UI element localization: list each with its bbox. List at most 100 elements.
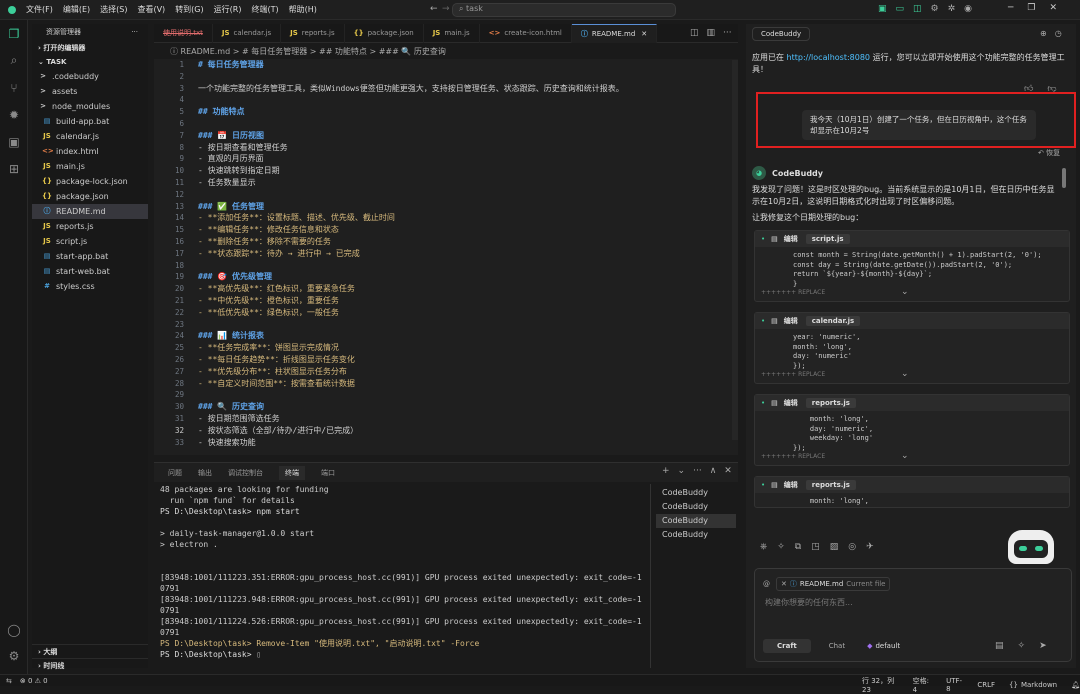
tree-item[interactable]: ▤ start-web.bat xyxy=(32,264,148,279)
chat-input-box[interactable]: @ ✕ ⓘ README.md Current file 构建你想要的任何东西.… xyxy=(754,568,1072,662)
image-icon[interactable]: ▤ xyxy=(995,641,1004,651)
sparkle-icon[interactable]: ✧ xyxy=(1018,641,1026,651)
close-panel-icon[interactable]: ✕ xyxy=(724,466,732,476)
problems-count[interactable]: ⊗ 0 ⚠ 0 xyxy=(20,677,48,685)
context-chip[interactable]: ✕ ⓘ README.md Current file xyxy=(776,577,891,591)
task-folder-section[interactable]: ⌄ TASK xyxy=(32,55,148,69)
terminal-instance[interactable]: CodeBuddy xyxy=(656,486,736,500)
panel-tab[interactable]: 问题 xyxy=(168,468,182,478)
search-icon[interactable]: ⌕ xyxy=(0,47,28,74)
forward-icon[interactable]: → xyxy=(442,4,450,14)
line-ending[interactable]: CRLF xyxy=(977,681,995,689)
tree-item[interactable]: <> index.html xyxy=(32,144,148,159)
bell-icon[interactable]: 🔔︎ xyxy=(1071,681,1080,689)
debug-icon[interactable]: ✹ xyxy=(0,101,28,128)
chat-input[interactable]: 构建你想要的任何东西... xyxy=(765,597,853,608)
localhost-link[interactable]: http://localhost:8080 xyxy=(787,53,870,62)
tree-item[interactable]: JS script.js xyxy=(32,234,148,249)
open-editors-section[interactable]: › 打开的编辑器 xyxy=(32,41,148,55)
indentation[interactable]: 空格: 4 xyxy=(913,676,933,694)
editor-tab[interactable]: <> create-icon.html xyxy=(480,23,572,43)
manage-icon[interactable]: ⚙ xyxy=(0,642,28,669)
editor-tab[interactable]: JS main.js xyxy=(424,23,480,43)
panel-tab[interactable]: 调试控制台 xyxy=(228,468,263,478)
editor-tab[interactable]: JS calendar.js xyxy=(213,23,282,43)
tree-item[interactable]: # styles.css xyxy=(32,279,148,294)
chat-scrollbar[interactable] xyxy=(1062,168,1066,188)
editor-tab[interactable]: JS reports.js xyxy=(281,23,345,43)
search-input[interactable]: ⌕ task xyxy=(452,3,676,17)
menu-item[interactable]: 帮助(H) xyxy=(289,4,317,15)
tree-item[interactable]: JS reports.js xyxy=(32,219,148,234)
maximize-panel-icon[interactable]: ∧ xyxy=(710,466,717,476)
menu-item[interactable]: 选择(S) xyxy=(100,4,127,15)
editor-tab[interactable]: {} package.json xyxy=(345,23,424,43)
pin-icon[interactable]: ✈ xyxy=(866,542,874,552)
split-editor-icon[interactable]: ◫ xyxy=(690,28,699,38)
layout-sidebar-icon[interactable]: ▣ xyxy=(878,4,887,14)
new-chat-icon[interactable]: ⊕ xyxy=(1040,29,1047,38)
terminal-instance[interactable]: CodeBuddy xyxy=(656,514,736,528)
cursor-position[interactable]: 行 32，列 23 xyxy=(862,676,899,694)
tree-item[interactable]: ▤ start-app.bat xyxy=(32,249,148,264)
tree-item[interactable]: > .codebuddy xyxy=(32,69,148,84)
close-tab-icon[interactable]: ✕ xyxy=(641,30,647,38)
code-card-file[interactable]: calendar.js xyxy=(805,316,861,326)
tree-item[interactable]: ⓘ README.md xyxy=(32,204,148,219)
layout-panel-icon[interactable]: ▭ xyxy=(896,4,905,14)
new-terminal-icon[interactable]: + xyxy=(662,466,670,476)
eye-icon[interactable]: ◎ xyxy=(848,542,856,552)
editor-layout-icon[interactable]: ▥ xyxy=(707,28,716,38)
terminal-output[interactable]: 48 packages are looking for funding run … xyxy=(160,484,642,668)
revert-button[interactable]: ↶ 恢复 xyxy=(1038,148,1060,158)
encoding[interactable]: UTF-8 xyxy=(946,677,963,693)
expand-icon[interactable]: • xyxy=(761,317,765,325)
tree-item[interactable]: > node_modules xyxy=(32,99,148,114)
tool-icon[interactable]: ▨ xyxy=(830,542,839,552)
tree-item[interactable]: {} package.json xyxy=(32,189,148,204)
code-card-file[interactable]: reports.js xyxy=(805,480,856,490)
codebuddy-tab[interactable]: CodeBuddy xyxy=(752,27,811,41)
craft-mode-button[interactable]: Craft xyxy=(763,639,811,653)
chevron-down-icon[interactable]: ⌄ xyxy=(901,451,909,461)
more-icon[interactable]: ··· xyxy=(131,24,138,41)
tree-item[interactable]: > assets xyxy=(32,84,148,99)
tree-item[interactable]: JS main.js xyxy=(32,159,148,174)
terminal-instance[interactable]: CodeBuddy xyxy=(656,500,736,514)
editor-scrollbar[interactable] xyxy=(732,60,738,440)
chat-mode-button[interactable]: Chat xyxy=(815,639,859,653)
close-icon[interactable]: ✕ xyxy=(1050,3,1058,13)
menu-item[interactable]: 编辑(E) xyxy=(63,4,90,15)
panel-tab[interactable]: 端口 xyxy=(321,468,335,478)
panel-tab[interactable]: 输出 xyxy=(198,468,212,478)
code-card-file[interactable]: script.js xyxy=(805,234,850,244)
account-icon[interactable]: ◯ xyxy=(0,616,28,643)
layout-split-icon[interactable]: ◫ xyxy=(913,4,922,14)
gear-icon[interactable]: ✲ xyxy=(948,4,956,14)
extensions-icon[interactable]: ⊞ xyxy=(0,155,28,182)
tool-icon[interactable]: ✧ xyxy=(777,542,785,552)
remote-icon[interactable]: ⇆ xyxy=(6,677,12,685)
back-icon[interactable]: ← xyxy=(430,4,438,14)
minimize-icon[interactable]: ─ xyxy=(1008,3,1013,13)
breadcrumb[interactable]: ⓘ README.md > # 每日任务管理器 > ## 功能特点 > ### … xyxy=(154,44,738,59)
terminal-dropdown-icon[interactable]: ⌄ xyxy=(678,466,686,476)
explorer-icon[interactable]: ❐ xyxy=(0,20,28,47)
expand-icon[interactable]: • xyxy=(761,481,765,489)
maximize-icon[interactable]: ❐ xyxy=(1027,3,1035,13)
editor-tab[interactable]: 使用说明.txt xyxy=(154,23,213,43)
remote-icon[interactable]: ▣ xyxy=(0,128,28,155)
account-icon[interactable]: ◉ xyxy=(964,4,972,14)
language-mode[interactable]: Markdown xyxy=(1021,681,1057,689)
menu-item[interactable]: 转到(G) xyxy=(175,4,203,15)
tree-item[interactable]: ▤ build-app.bat xyxy=(32,114,148,129)
tree-item[interactable]: JS calendar.js xyxy=(32,129,148,144)
expand-icon[interactable]: • xyxy=(761,235,765,243)
source-control-icon[interactable]: ⑂ xyxy=(0,74,28,101)
chevron-down-icon[interactable]: ⌄ xyxy=(901,369,909,379)
history-icon[interactable]: ◷ xyxy=(1055,29,1062,38)
tool-icon[interactable]: ⧉ xyxy=(795,542,801,552)
code-card-file[interactable]: reports.js xyxy=(805,398,856,408)
editor-tab[interactable]: ⓘ README.md ✕ xyxy=(571,23,658,43)
at-icon[interactable]: @ xyxy=(763,580,770,588)
